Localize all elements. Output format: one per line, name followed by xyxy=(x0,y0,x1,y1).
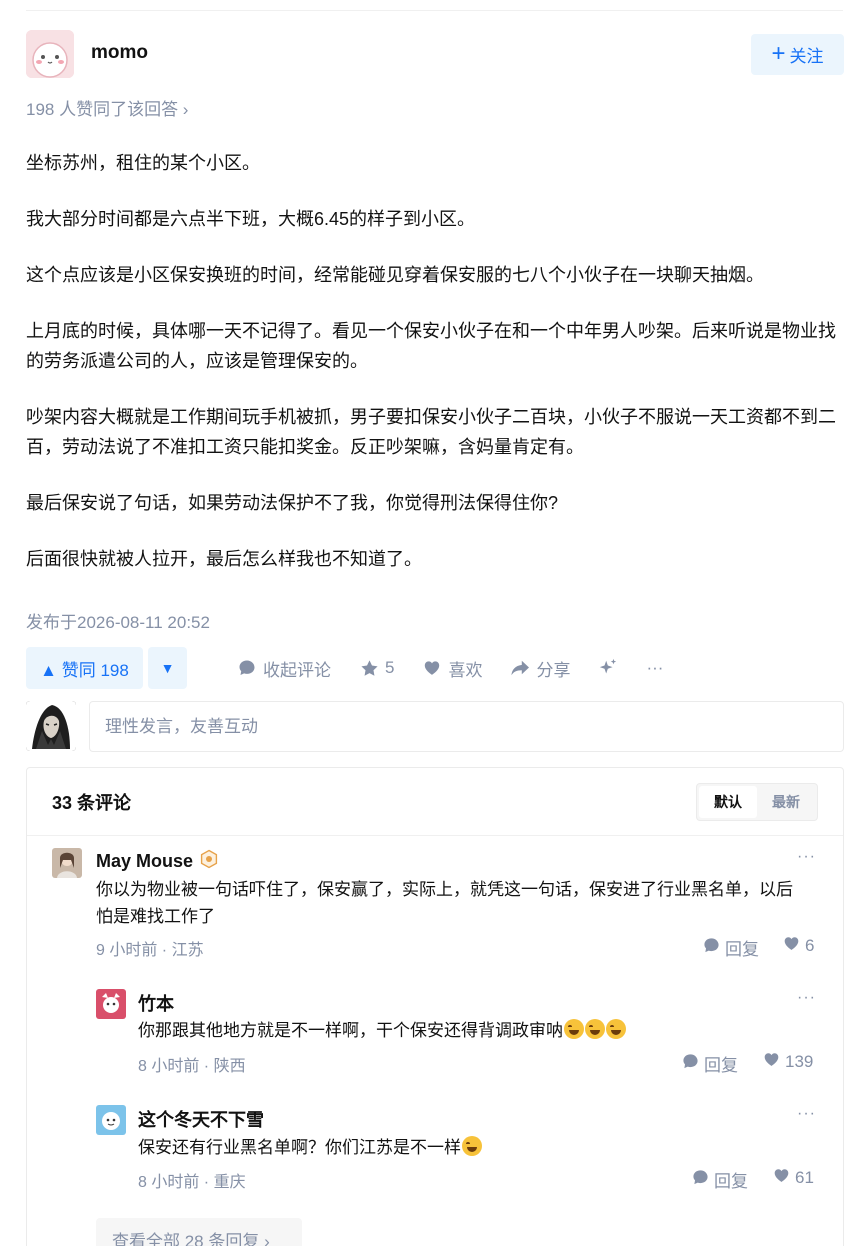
downvote-button[interactable]: ▼ xyxy=(148,647,187,689)
answer-paragraph: 后面很快就被人拉开，最后怎么样我也不知道了。 xyxy=(26,549,422,569)
view-all-replies-button[interactable]: 查看全部 28 条回复 › xyxy=(96,1218,302,1246)
comments-count-title: 33 条评论 xyxy=(52,792,132,813)
comment-sort-toggle: 默认 最新 xyxy=(696,782,818,821)
comment-meta: 8 小时前 · 重庆 xyxy=(138,1174,246,1191)
answer-body: 坐标苏州，租住的某个小区。 我大部分时间都是六点半下班，大概6.45的样子到小区… xyxy=(26,148,841,600)
heart-icon xyxy=(783,935,800,957)
laughing-emoji-icon xyxy=(606,1019,626,1039)
reply-label: 回复 xyxy=(725,940,759,959)
sort-default-tab[interactable]: 默认 xyxy=(699,785,757,818)
author-avatar[interactable] xyxy=(26,30,74,78)
commenter-avatar[interactable] xyxy=(96,1105,126,1135)
heart-icon xyxy=(763,1051,780,1073)
current-user-avatar[interactable] xyxy=(26,701,76,751)
comment-bubble-icon xyxy=(682,1053,699,1075)
reply-label: 回复 xyxy=(714,1172,748,1191)
comments-header: 33 条评论 默认 最新 xyxy=(27,768,843,836)
upvoted-count-link[interactable]: 198 人赞同了该回答 › xyxy=(26,95,188,120)
commenter-avatar[interactable] xyxy=(96,989,126,1019)
like-button[interactable]: 喜欢 xyxy=(422,656,482,681)
comment-like-count: 139 xyxy=(785,1052,814,1071)
more-actions-button[interactable]: ··· xyxy=(646,658,663,678)
author-name[interactable]: momo xyxy=(91,42,148,64)
comment-icon xyxy=(237,658,257,678)
answer-paragraph: 这个点应该是小区保安换班的时间，经常能碰见穿着保安服的七八个小伙子在一块聊天抽烟… xyxy=(26,265,764,285)
comment-bubble-icon xyxy=(703,937,720,959)
comment-text: 保安还有行业黑名单啊？你们江苏是不一样 xyxy=(138,1134,798,1161)
reply-label: 回复 xyxy=(704,1056,738,1075)
follow-label: 关注 xyxy=(789,47,824,66)
share-label: 分享 xyxy=(536,660,571,680)
ai-sparkle-button[interactable] xyxy=(598,658,618,678)
comment-like-button[interactable]: 139 xyxy=(763,1051,813,1073)
comment-more-button[interactable]: ··· xyxy=(797,989,816,1007)
comment-meta: 9 小时前 · 江苏 xyxy=(96,942,204,959)
answer-paragraph: 最后保安说了句话，如果劳动法保护不了我，你觉得刑法保得住你? xyxy=(26,493,559,513)
upvote-button[interactable]: ▲ 赞同 198 xyxy=(26,647,143,689)
answer-paragraph: 坐标苏州，租住的某个小区。 xyxy=(26,153,260,173)
action-bar: ▲ 赞同 198 ▼ 收起评论 5 喜欢 分享 ··· xyxy=(26,647,663,689)
commenter-name[interactable]: 竹本 xyxy=(138,990,174,1016)
sort-latest-tab[interactable]: 最新 xyxy=(757,786,815,818)
collapse-comments-button[interactable]: 收起评论 xyxy=(237,656,331,681)
reply-button[interactable]: 回复 xyxy=(703,935,759,960)
more-dots-icon: ··· xyxy=(646,658,664,677)
top-divider xyxy=(26,10,843,11)
plus-icon: + xyxy=(771,39,786,67)
collapse-comments-label: 收起评论 xyxy=(263,660,331,680)
commenter-name-text: May Mouse xyxy=(96,851,194,871)
laughing-emoji-icon xyxy=(564,1019,584,1039)
favorite-button[interactable]: 5 xyxy=(359,658,394,678)
commenter-name-text: 竹本 xyxy=(138,994,174,1014)
comment-like-count: 6 xyxy=(805,936,815,955)
comment-like-button[interactable]: 61 xyxy=(773,1167,814,1189)
comment-more-button[interactable]: ··· xyxy=(797,848,816,866)
comment-text: 你那跟其他地方就是不一样啊，干个保安还得背调政审呐 xyxy=(138,1017,798,1044)
answer-paragraph: 吵架内容大概就是工作期间玩手机被抓，男子要扣保安小伙子二百块，小伙子不服说一天工… xyxy=(26,407,836,457)
answer-paragraph: 上月底的时候，具体哪一天不记得了。看见一个保安小伙子在和一个中年男人吵架。后来听… xyxy=(26,321,836,371)
reply-button[interactable]: 回复 xyxy=(692,1167,748,1192)
commenter-name-text: 这个冬天不下雪 xyxy=(138,1110,264,1130)
comment-text-content: 你那跟其他地方就是不一样啊，干个保安还得背调政审呐 xyxy=(138,1021,563,1040)
laughing-emoji-icon xyxy=(585,1019,605,1039)
commenter-avatar[interactable] xyxy=(52,848,82,878)
comment-input[interactable] xyxy=(89,701,844,752)
thinking-emoji-icon xyxy=(462,1136,482,1156)
comment-meta: 8 小时前 · 陕西 xyxy=(138,1058,246,1075)
answer-paragraph: 我大部分时间都是六点半下班，大概6.45的样子到小区。 xyxy=(26,209,476,229)
share-button[interactable]: 分享 xyxy=(510,656,570,681)
heart-icon xyxy=(422,658,442,678)
comments-panel: 33 条评论 默认 最新 May Mouse ··· 你以为物业被一句话吓住了，… xyxy=(26,767,844,1246)
comment-like-button[interactable]: 6 xyxy=(783,935,814,957)
publish-time[interactable]: 发布于2026-08-11 20:52 xyxy=(26,608,210,633)
comment-bubble-icon xyxy=(692,1169,709,1191)
comment-more-button[interactable]: ··· xyxy=(797,1105,816,1123)
heart-icon xyxy=(773,1167,790,1189)
commenter-name[interactable]: 这个冬天不下雪 xyxy=(138,1106,264,1132)
triangle-down-icon: ▼ xyxy=(160,660,175,676)
sparkle-icon xyxy=(598,658,618,678)
follow-button[interactable]: + 关注 xyxy=(751,34,844,75)
commenter-name[interactable]: May Mouse xyxy=(96,849,219,874)
like-label: 喜欢 xyxy=(448,660,483,680)
comment-like-count: 61 xyxy=(795,1168,814,1187)
reply-button[interactable]: 回复 xyxy=(682,1051,738,1076)
verified-badge-icon xyxy=(199,849,219,874)
star-icon xyxy=(359,658,379,678)
favorite-count: 5 xyxy=(385,658,395,677)
comment-text: 你以为物业被一句话吓住了，保安赢了，实际上，就凭这一句话，保安进了行业黑名单，以… xyxy=(96,880,793,926)
share-arrow-icon xyxy=(510,658,530,678)
comment-text-content: 保安还有行业黑名单啊？你们江苏是不一样 xyxy=(138,1138,461,1157)
